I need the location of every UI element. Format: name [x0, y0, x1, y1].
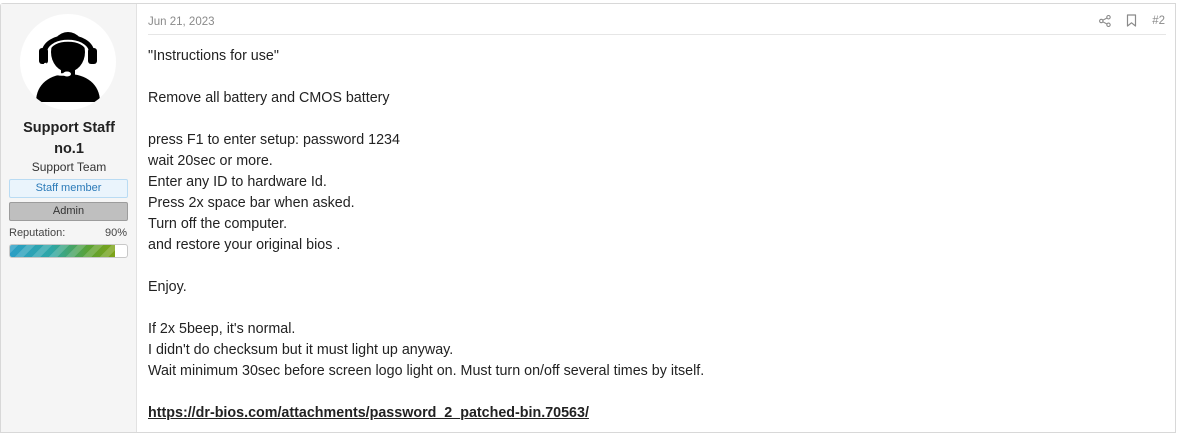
post-line: If 2x 5beep, it's normal.	[148, 321, 296, 337]
avatar[interactable]	[20, 14, 116, 110]
post-line: press F1 to enter setup: password 1234	[148, 132, 400, 148]
user-title: Support Team	[31, 160, 107, 174]
bookmark-icon[interactable]	[1125, 14, 1138, 27]
post-actions: #2	[1098, 14, 1165, 27]
attachment-link[interactable]: https://dr-bios.com/attachments/password…	[148, 405, 589, 421]
post-body: "Instructions for use" Remove all batter…	[148, 46, 704, 424]
post-line: Remove all battery and CMOS battery	[148, 90, 390, 106]
headset-support-icon	[36, 32, 100, 102]
reputation-value: 90%	[104, 227, 127, 239]
username-line-2[interactable]: no.1	[1, 139, 137, 160]
staff-member-banner: Staff member	[9, 179, 128, 198]
post-line: and restore your original bios .	[148, 237, 341, 253]
post-number-link[interactable]: #2	[1152, 15, 1165, 27]
post-line: Turn off the computer.	[148, 216, 288, 232]
post-date[interactable]: Jun 21, 2023	[148, 16, 215, 28]
header-divider	[148, 34, 1166, 35]
reputation-bar-fill	[10, 245, 116, 257]
post-content-area: Jun 21, 2023 #2 "Instructions for use" R…	[137, 4, 1175, 432]
forum-post: Support Staff no.1 Support Team Staff me…	[0, 3, 1176, 433]
post-line: Enjoy.	[148, 279, 187, 295]
reputation-bar	[9, 244, 128, 258]
post-line: Wait minimum 30sec before screen logo li…	[148, 363, 705, 379]
reputation-label: Reputation:	[9, 227, 66, 239]
user-info-panel: Support Staff no.1 Support Team Staff me…	[1, 4, 137, 432]
post-line: wait 20sec or more.	[148, 153, 273, 169]
post-line: "Instructions for use"	[148, 48, 279, 64]
post-line: Enter any ID to hardware Id.	[148, 174, 327, 190]
share-icon[interactable]	[1098, 14, 1111, 27]
post-line: I didn't do checksum but it must light u…	[148, 342, 454, 358]
admin-banner: Admin	[9, 202, 128, 221]
username[interactable]: Support Staff no.1	[1, 118, 137, 160]
username-line-1[interactable]: Support Staff	[1, 118, 137, 139]
post-line: Press 2x space bar when asked.	[148, 195, 355, 211]
